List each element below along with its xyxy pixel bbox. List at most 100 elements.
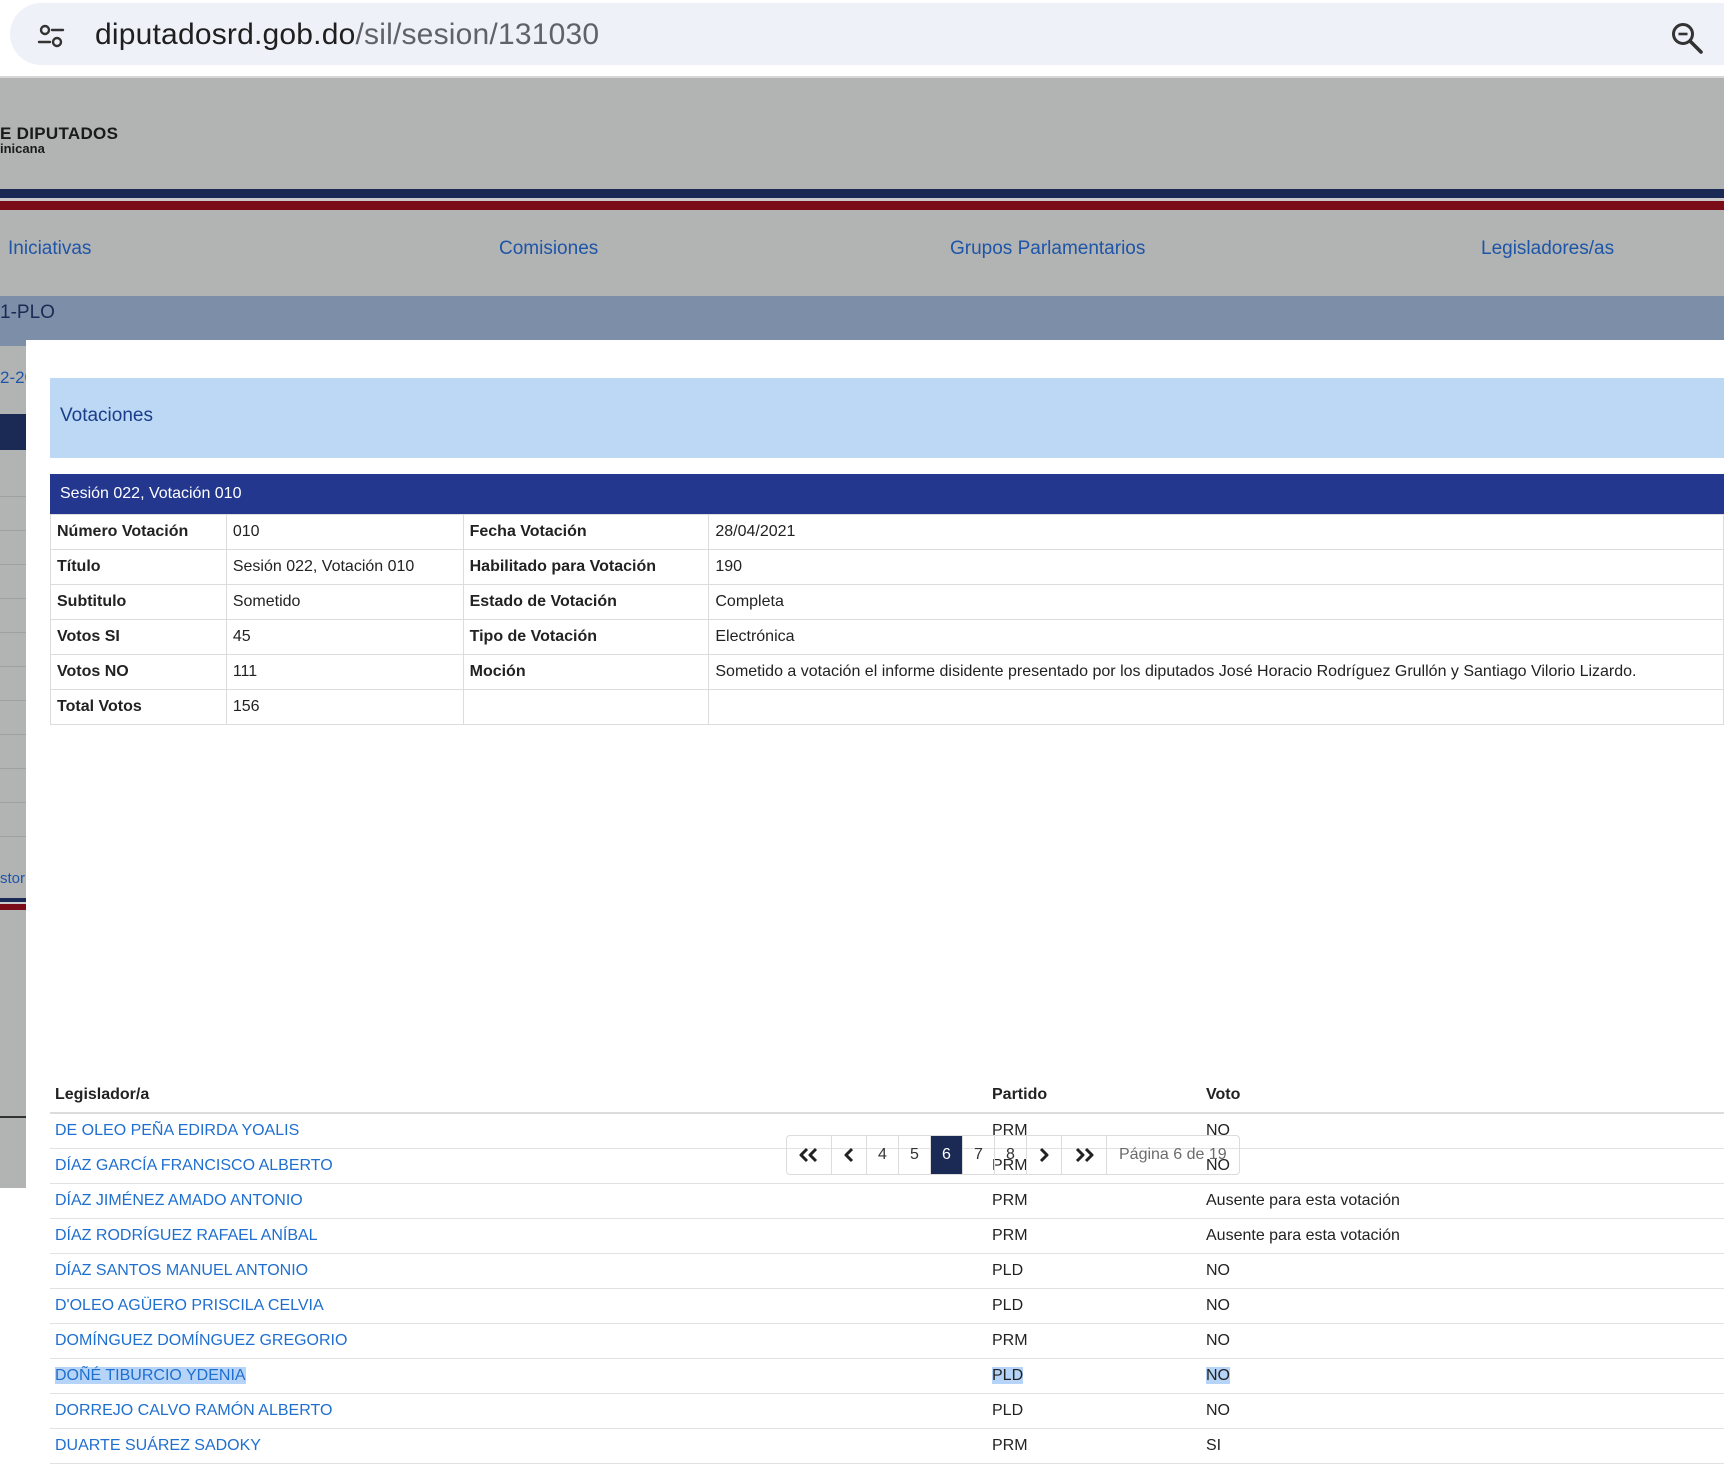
legislator-name: DORREJO CALVO RAMÓN ALBERTO (55, 1402, 333, 1419)
vote-cell: NO (1201, 1148, 1724, 1184)
nav-legisladores[interactable]: Legisladores/as (1481, 238, 1614, 260)
address-bar[interactable]: diputadosrd.gob.do/sil/sesion/131030 (10, 3, 1724, 65)
modal-title-bar: Votaciones (50, 378, 1724, 458)
vote-cell: NO (1201, 1288, 1724, 1324)
vote-row: DUARTE SUÁREZ SADOKY PRM SI (50, 1428, 1724, 1464)
vote-cell-text: NO (1206, 1402, 1230, 1419)
party-cell-text: PRM (992, 1227, 1028, 1244)
vote-info-table: Número Votación 010 Fecha Votación 28/04/20… (50, 514, 1724, 725)
party-cell-text: PRM (992, 1437, 1028, 1454)
page-6-button-current[interactable]: 6 (931, 1136, 963, 1174)
header-legislator[interactable]: Legislador/a (50, 1078, 987, 1114)
vote-cell-text: Ausente para esta votación (1206, 1192, 1400, 1209)
info-value: 28/04/2021 (708, 514, 1724, 550)
party-cell: PLD (987, 1393, 1201, 1429)
vote-card-header: Sesión 022, Votación 010 (50, 474, 1724, 514)
legislator-link[interactable]: DE OLEO PEÑA EDIRDA YOALIS (55, 1122, 299, 1139)
double-chevron-left-icon (799, 1147, 818, 1162)
zoom-icon[interactable] (1670, 21, 1704, 55)
info-label: Moción (462, 654, 710, 690)
url-text[interactable]: diputadosrd.gob.do/sil/sesion/131030 (95, 19, 599, 51)
nav-iniciativas[interactable]: Iniciativas (8, 238, 91, 260)
vote-cell-text: Ausente para esta votación (1206, 1227, 1400, 1244)
party-cell-text: PRM (992, 1192, 1028, 1209)
info-label: Número Votación (50, 514, 227, 550)
prev-page-button[interactable] (832, 1136, 867, 1174)
legislator-cell: DORREJO CALVO RAMÓN ALBERTO (50, 1393, 987, 1429)
header-vote[interactable]: Voto (1201, 1078, 1724, 1114)
legislator-name: DÍAZ RODRÍGUEZ RAFAEL ANÍBAL (55, 1227, 318, 1244)
vote-row: D'OLEO AGÜERO PRISCILA CELVIA PLD NO (50, 1288, 1724, 1324)
party-cell: PLD (987, 1253, 1201, 1289)
legislator-cell: DUARTE SUÁREZ SADOKY (50, 1428, 987, 1464)
legislator-link[interactable]: DORREJO CALVO RAMÓN ALBERTO (55, 1402, 332, 1419)
page-info: Página 6 de 19 (1119, 1146, 1227, 1163)
last-page-button[interactable] (1062, 1136, 1107, 1174)
info-label: Votos SI (50, 619, 227, 655)
info-value: 156 (225, 689, 464, 725)
info-label (462, 689, 710, 725)
info-value: 010 (225, 514, 464, 550)
info-label: Habilitado para Votación (462, 549, 710, 585)
vote-card-title: Sesión 022, Votación 010 (60, 485, 242, 502)
vote-row: DOMÍNGUEZ DOMÍNGUEZ GREGORIO PRM NO (50, 1323, 1724, 1359)
url-host: diputadosrd.gob.do (95, 18, 356, 51)
legislator-name: DE OLEO PEÑA EDIRDA YOALIS (55, 1122, 300, 1139)
party-cell-text: PLD (992, 1402, 1024, 1419)
legislator-link[interactable]: DÍAZ JIMÉNEZ AMADO ANTONIO (55, 1192, 303, 1209)
nav-grupos-parlamentarios[interactable]: Grupos Parlamentarios (950, 238, 1145, 260)
votaciones-modal: Votaciones Sesión 022, Votación 010 Núme… (26, 340, 1724, 1464)
legislator-link[interactable]: DOMÍNGUEZ DOMÍNGUEZ GREGORIO (55, 1332, 347, 1349)
page-7-button[interactable]: 7 (963, 1136, 995, 1174)
history-link-fragment[interactable]: stori (0, 870, 28, 887)
vote-cell-text: NO (1206, 1332, 1230, 1349)
vote-cell-text: NO (1206, 1297, 1230, 1314)
first-page-button[interactable] (787, 1136, 832, 1174)
info-value: 45 (225, 619, 464, 655)
pagination: 4 5 6 7 8 Página 6 de 19 (786, 1135, 1240, 1175)
info-value: Electrónica (708, 619, 1724, 655)
header-party[interactable]: Partido (987, 1078, 1201, 1114)
legislator-name: DÍAZ SANTOS MANUEL ANTONIO (55, 1262, 309, 1279)
side-table-header (0, 414, 26, 450)
vote-cell-text: NO (1206, 1262, 1230, 1279)
info-label: Subtitulo (50, 584, 227, 620)
vote-row: DÍAZ JIMÉNEZ AMADO ANTONIO PRM Ausente par… (50, 1183, 1724, 1219)
vote-row: DORREJO CALVO RAMÓN ALBERTO PLD NO (50, 1393, 1724, 1429)
main-nav (0, 210, 1724, 270)
vote-cell: SI (1201, 1428, 1724, 1464)
party-cell-text: PLD (992, 1297, 1024, 1314)
info-value: Completa (708, 584, 1724, 620)
vote-row: DÍAZ RODRÍGUEZ RAFAEL ANÍBAL PRM Ausente p… (50, 1218, 1724, 1254)
info-row: Título Sesión 022, Votación 010 Habilitado… (50, 549, 1724, 585)
legislator-cell: DÍAZ SANTOS MANUEL ANTONIO (50, 1253, 987, 1289)
info-value: Sesión 022, Votación 010 (225, 549, 464, 585)
page-5-button[interactable]: 5 (899, 1136, 931, 1174)
hero-title-fragment: 1-PLO (0, 302, 55, 323)
info-label: Título (50, 549, 227, 585)
legislator-link[interactable]: DOÑÉ TIBURCIO YDENIA (55, 1367, 246, 1384)
legislator-link[interactable]: DÍAZ SANTOS MANUEL ANTONIO (55, 1262, 308, 1279)
url-path: /sil/sesion/131030 (355, 18, 600, 51)
legislator-link[interactable]: DÍAZ RODRÍGUEZ RAFAEL ANÍBAL (55, 1227, 318, 1244)
page-8-button[interactable]: 8 (995, 1136, 1027, 1174)
page-hero-band (0, 296, 1724, 346)
legislator-link[interactable]: D'OLEO AGÜERO PRISCILA CELVIA (55, 1297, 324, 1314)
nav-comisiones[interactable]: Comisiones (499, 238, 598, 260)
party-cell: PRM (987, 1218, 1201, 1254)
flag-stripe-red (0, 201, 1724, 210)
tune-icon[interactable] (36, 21, 66, 51)
chevron-right-icon (1039, 1147, 1049, 1162)
legislator-link[interactable]: DÍAZ GARCÍA FRANCISCO ALBERTO (55, 1157, 333, 1174)
vote-cell: NO (1201, 1358, 1724, 1394)
footer-stripe (0, 898, 26, 910)
party-cell-text: PRM (992, 1332, 1028, 1349)
vote-cell: NO (1201, 1253, 1724, 1289)
site-logo-subtext: inicana (0, 141, 45, 156)
vote-cell: NO (1201, 1113, 1724, 1149)
legislator-link[interactable]: DUARTE SUÁREZ SADOKY (55, 1437, 261, 1454)
info-label: Estado de Votación (462, 584, 710, 620)
next-page-button[interactable] (1027, 1136, 1062, 1174)
page-4-button[interactable]: 4 (867, 1136, 899, 1174)
info-value: 111 (225, 654, 464, 690)
